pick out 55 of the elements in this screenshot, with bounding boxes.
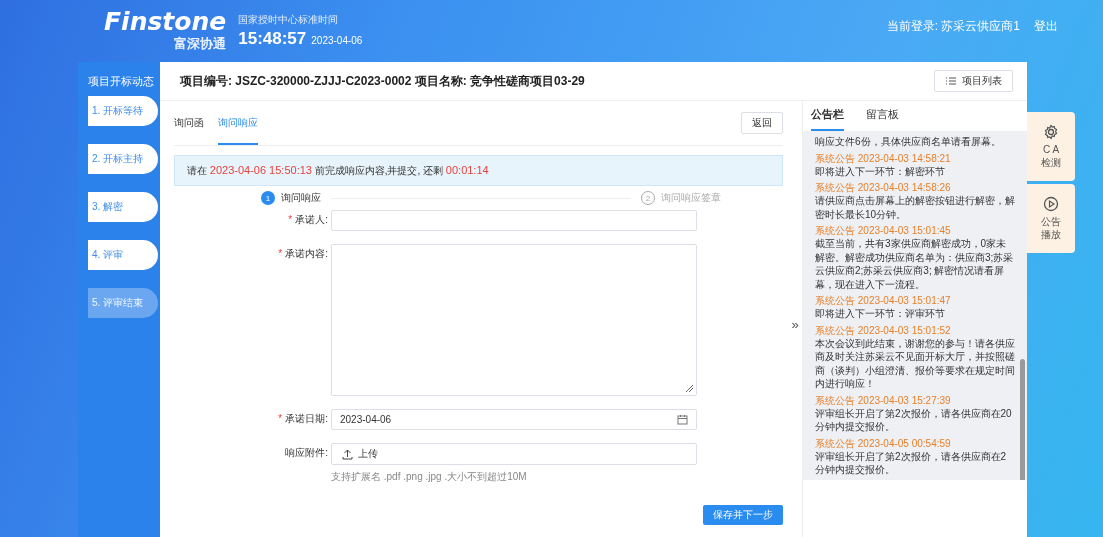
announcement-text: 响应文件6份，具体供应商名单请看屏幕。	[815, 135, 1002, 149]
settings-icon	[1043, 124, 1059, 140]
announcement-text: 即将进入下一环节：解密环节	[815, 164, 946, 178]
stage-item[interactable]: 3. 解密	[88, 192, 158, 222]
tab[interactable]: 留言板	[866, 101, 899, 131]
deadline-notice: 请在 2023-04-06 15:50:13 前完成响应内容,并提交, 还剩 00:01:14	[174, 155, 783, 186]
scrollbar-thumb[interactable]	[1020, 359, 1025, 480]
announcement-text: 截至当前，共有3家供应商解密成功，0家未解密。解密成功供应商名单为：供应商3;苏采云供应商2;苏采云供应商3; 解密情况请看屏幕，现在进入下一流程。	[815, 237, 1015, 291]
play-icon	[1043, 196, 1059, 212]
back-button[interactable]: 返回	[741, 112, 783, 134]
announcement-text: 本次会议到此结束，谢谢您的参与！请各供应商及时关注苏采云不见面开标大厅，并按照磋商（谈判）小组澄清、报价等要求在规定时间内进行响应！	[815, 336, 1015, 391]
stage-item[interactable]: 1. 开标等待	[88, 96, 158, 126]
announcement-title: 系统公告 2023-04-03 15:01:45	[815, 224, 952, 237]
upload-button[interactable]: 上传	[331, 443, 697, 465]
stage-item[interactable]: 2. 开标主持	[88, 144, 158, 174]
logo-subtitle: 富深协通	[174, 35, 227, 53]
announcement-text: 评审组长开启了第2次报价，请各供应商在2分钟内提交报价。	[815, 449, 1008, 477]
side-tool-button[interactable]: 公告 播放	[1027, 184, 1075, 253]
announcement-title: 系统公告 2023-04-03 15:01:52	[815, 323, 952, 337]
date-field[interactable]: 2023-04-06	[331, 409, 697, 430]
project-title: 项目编号: JSZC-320000-ZJJJ-C2023-0002 项目名称: 竞争性磋商项目03-29	[180, 72, 586, 90]
clock-time: 15:48:57	[238, 29, 307, 49]
step-label: 询问响应签章	[661, 191, 721, 205]
announcement-text: 请供应商点击屏幕上的解密按钮进行解密，解密时长最长10分钟。	[815, 194, 1015, 221]
current-user: 当前登录: 苏采云供应商1	[886, 18, 1020, 35]
sidebar-title: 项目开标动态	[88, 74, 155, 89]
stage-item[interactable]: 4. 评审	[88, 240, 158, 270]
upload-hint: 支持扩展名 .pdf .png .jpg .大小不到超过10M	[331, 470, 528, 484]
announcement-title: 系统公告 2023-04-03 14:58:21	[815, 151, 952, 165]
clock-date: 2023-04-06	[311, 35, 363, 46]
text-area[interactable]	[331, 244, 697, 396]
side-tool-button[interactable]: C A 检测	[1027, 112, 1075, 181]
input-field[interactable]	[331, 210, 697, 231]
announcement-title: 系统公告 2023-04-05 00:54:59	[815, 436, 952, 450]
field-label: * 承诺人:	[287, 213, 329, 227]
resize-grip-icon	[685, 384, 694, 393]
field-label: * 承诺日期:	[277, 412, 329, 426]
tab[interactable]: 询问响应	[218, 101, 258, 145]
field-label: * 承诺内容:	[277, 247, 329, 261]
announcement-title: 系统公告 2023-04-03 15:01:47	[815, 294, 952, 307]
step-label: 询问响应	[281, 191, 321, 205]
logo-text: Finstone	[104, 9, 227, 35]
announcement-title: 系统公告 2023-04-03 15:27:39	[815, 393, 952, 407]
time-source-label: 国家授时中心标准时间	[238, 13, 340, 27]
field-label: 响应附件:	[284, 446, 329, 460]
announcement-text: 即将进入下一环节：评审环节	[815, 307, 946, 321]
collapse-toggle[interactable]: »	[788, 111, 802, 537]
announcement-text: 评审组长开启了第2次报价，请各供应商在20分钟内提交报价。	[815, 406, 1013, 434]
project-list-button[interactable]: 项目列表	[934, 70, 1013, 92]
calendar-icon	[677, 414, 688, 425]
upload-icon	[342, 448, 353, 460]
step-number: 1	[261, 191, 275, 205]
tab[interactable]: 询问函	[174, 101, 204, 145]
list-icon	[945, 76, 957, 86]
announcement-title: 系统公告 2023-04-03 14:58:26	[815, 181, 952, 194]
